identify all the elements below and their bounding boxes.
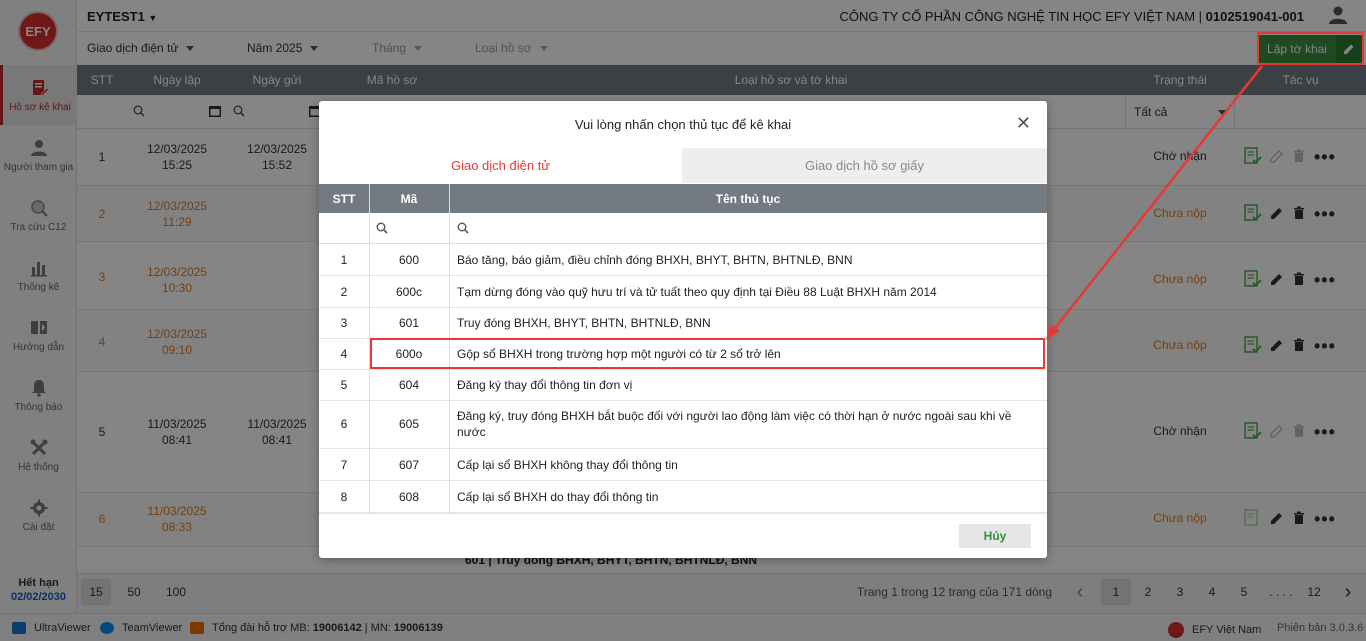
annotation-arrow (1046, 65, 1263, 340)
